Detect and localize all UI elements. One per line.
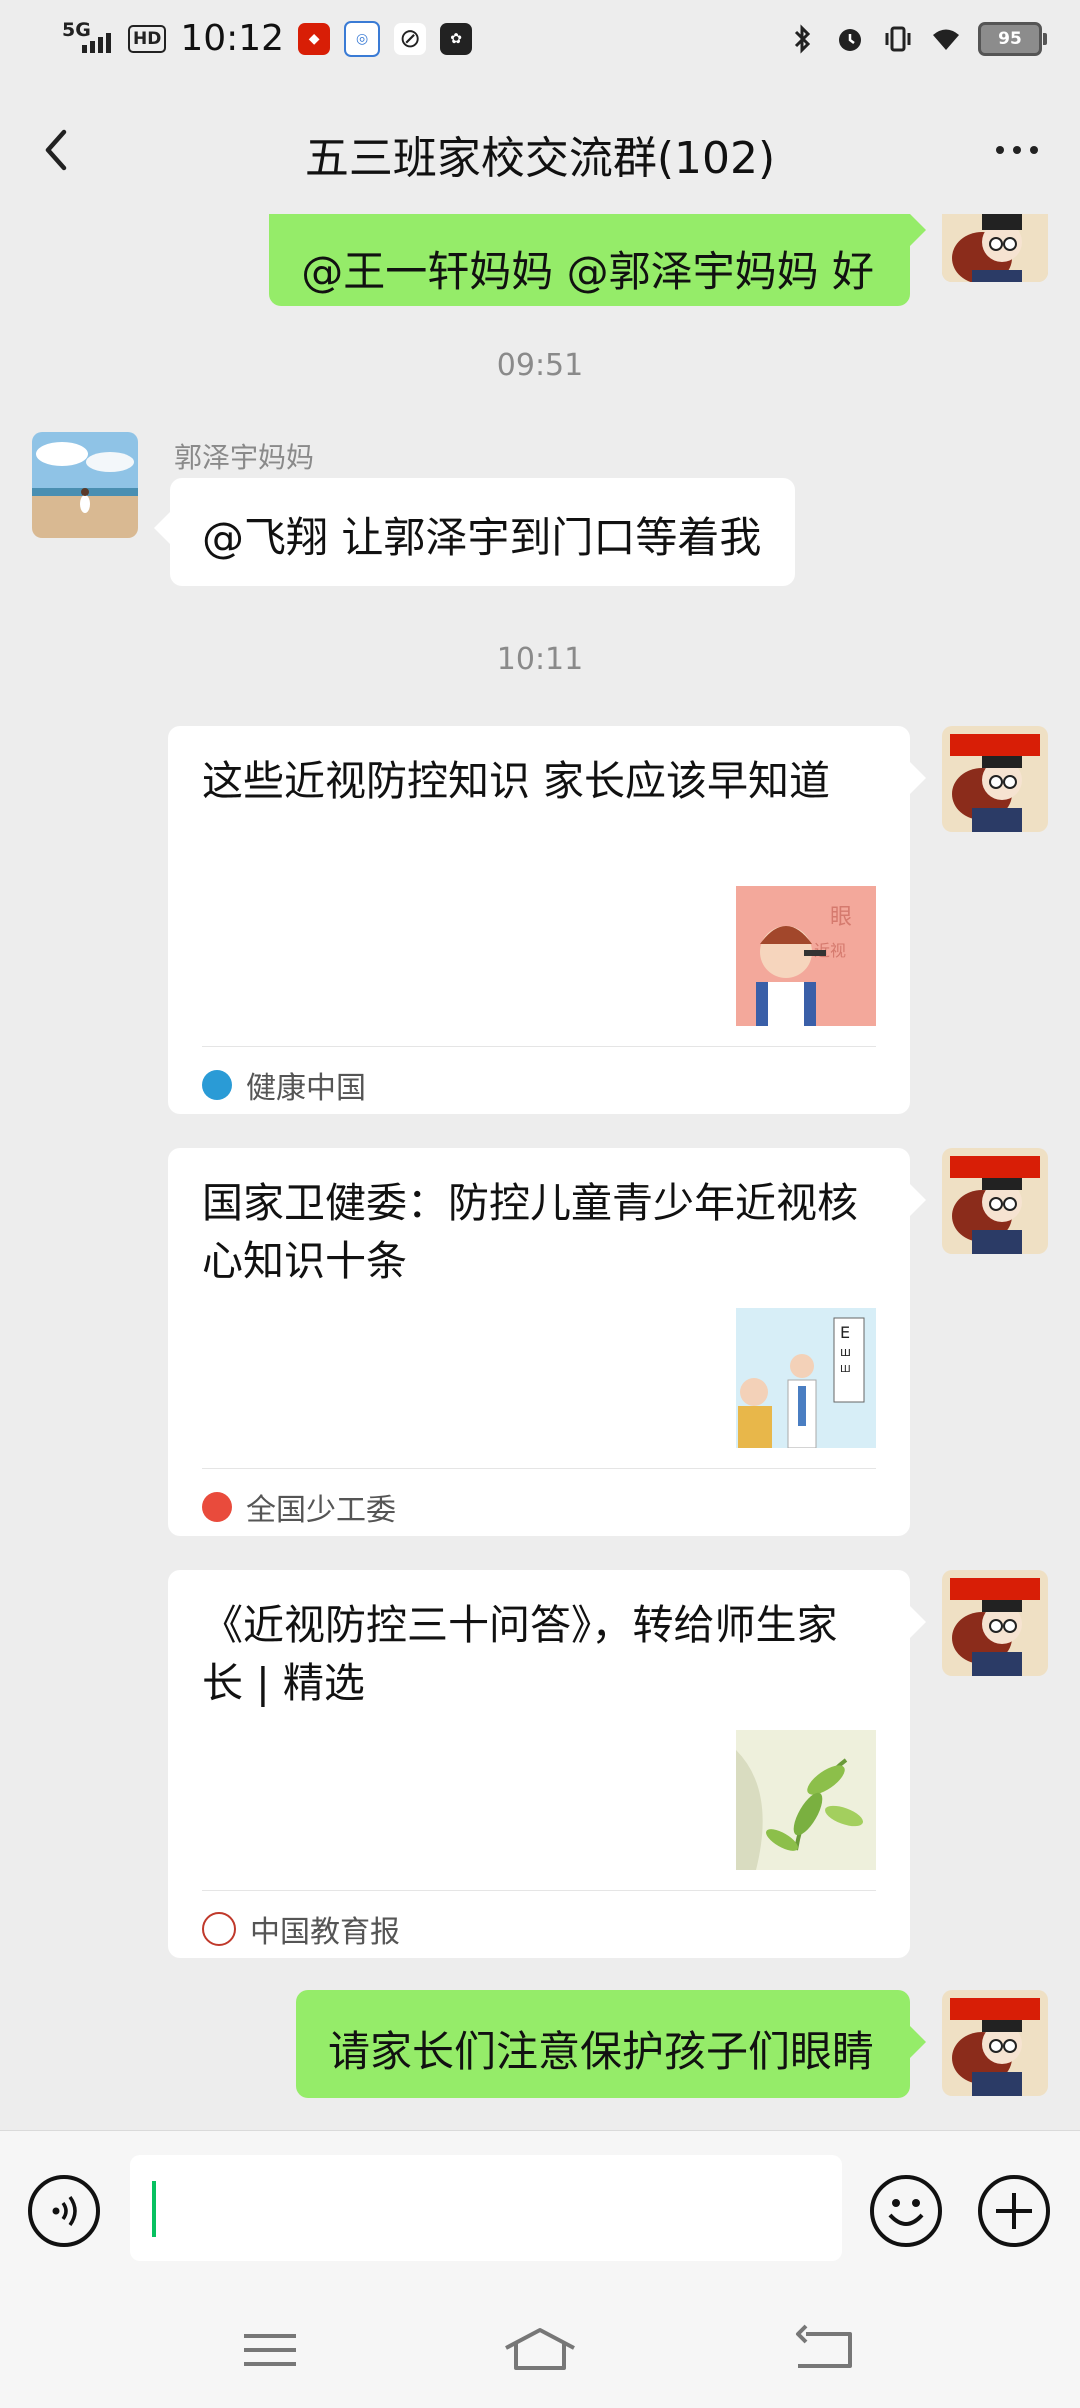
article-title: 这些近视防控知识 家长应该早知道: [202, 757, 831, 805]
source-name: 健康中国: [246, 1071, 366, 1106]
source-logo-icon: [202, 1912, 236, 1946]
article-title: 《近视防控三十问答》，转给师生家长 | 精选: [202, 1601, 838, 1707]
avatar-self[interactable]: [942, 1570, 1048, 1676]
article-card[interactable]: 《近视防控三十问答》，转给师生家长 | 精选 中国教育报: [168, 1570, 926, 1958]
article-source: 健康中国: [202, 1060, 366, 1110]
svg-text:眼: 眼: [830, 905, 852, 930]
article-thumbnail: 眼近视: [736, 886, 876, 1026]
status-bar: 5G HD 10:12 ◆ ◎ ⊘ ✿ 95: [0, 0, 1080, 84]
wifi-icon: [933, 29, 959, 50]
app-notification-icon: ⊘: [394, 22, 427, 55]
card-divider: [202, 1468, 876, 1469]
article-source: 中国教育报: [202, 1904, 400, 1954]
message-list[interactable]: @王一轩妈妈 @郭泽宇妈妈 好 09:51 郭泽宇妈妈 @飞翔 让郭泽宇到门口等…: [0, 214, 1080, 2130]
article-card[interactable]: 国家卫健委：防控儿童青少年近视核心知识十条 EшШ 全国少工委: [168, 1148, 926, 1536]
hd-badge: HD: [128, 24, 167, 53]
app-notification-icon: ✿: [440, 22, 473, 55]
system-navigation-bar: [0, 2290, 1080, 2408]
avatar-self[interactable]: [942, 1148, 1048, 1254]
source-logo-icon: [202, 1492, 232, 1522]
card-divider: [202, 1046, 876, 1047]
vibrate-icon: [885, 26, 911, 52]
source-name: 中国教育报: [250, 1915, 400, 1950]
svg-text:Ш: Ш: [840, 1364, 851, 1375]
avatar-self[interactable]: [942, 726, 1048, 832]
bluetooth-icon: [794, 24, 811, 54]
article-thumbnail: [736, 1730, 876, 1870]
emoji-icon[interactable]: [870, 2175, 942, 2247]
svg-text:ш: ш: [840, 1345, 851, 1359]
svg-text:E: E: [840, 1323, 850, 1342]
chat-header: 五三班家校交流群(102): [0, 84, 1080, 214]
article-source: 全国少工委: [202, 1482, 396, 1532]
voice-icon[interactable]: [28, 2175, 100, 2247]
app-notification-icon: ◎: [344, 20, 381, 57]
article-card[interactable]: 这些近视防控知识 家长应该早知道 眼近视 健康中国: [168, 726, 926, 1114]
timestamp: 09:51: [496, 348, 584, 383]
sender-name: 郭泽宇妈妈: [174, 441, 315, 474]
more-icon[interactable]: [982, 120, 1052, 180]
article-thumbnail: EшШ: [736, 1308, 876, 1448]
message-text: @飞翔 让郭泽宇到门口等着我: [202, 513, 762, 562]
message-bubble-self[interactable]: @王一轩妈妈 @郭泽宇妈妈 好: [269, 214, 926, 306]
plus-icon[interactable]: [978, 2175, 1050, 2247]
return-icon[interactable]: [784, 2320, 864, 2380]
message-bubble-self[interactable]: 请家长们注意保护孩子们眼睛: [295, 1990, 927, 2098]
text-caret: [152, 2181, 156, 2237]
menu-icon[interactable]: [230, 2320, 310, 2380]
chat-title: 五三班家校交流群(102): [304, 133, 776, 184]
message-bubble-other[interactable]: @飞翔 让郭泽宇到门口等着我: [153, 478, 796, 586]
message-input[interactable]: [130, 2155, 842, 2261]
status-time: 10:12: [180, 18, 285, 59]
card-divider: [202, 1890, 876, 1891]
battery-indicator: 95: [978, 22, 1047, 56]
avatar-self[interactable]: [942, 1990, 1048, 2096]
avatar-self[interactable]: [942, 214, 1048, 282]
message-text: 请家长们注意保护孩子们眼睛: [327, 2027, 874, 2076]
signal-icon: 5G: [62, 19, 114, 59]
article-title: 国家卫健委：防控儿童青少年近视核心知识十条: [202, 1179, 858, 1285]
home-icon[interactable]: [500, 2320, 580, 2380]
timestamp: 10:11: [496, 642, 584, 677]
message-text: @王一轩妈妈 @郭泽宇妈妈 好: [301, 247, 874, 296]
source-logo-icon: [202, 1070, 232, 1100]
app-notification-icon: ◆: [298, 22, 331, 55]
avatar-guozeyu-mom[interactable]: [32, 432, 138, 538]
input-bar: [0, 2130, 1080, 2291]
source-name: 全国少工委: [246, 1493, 396, 1528]
alarm-icon: [839, 29, 861, 51]
